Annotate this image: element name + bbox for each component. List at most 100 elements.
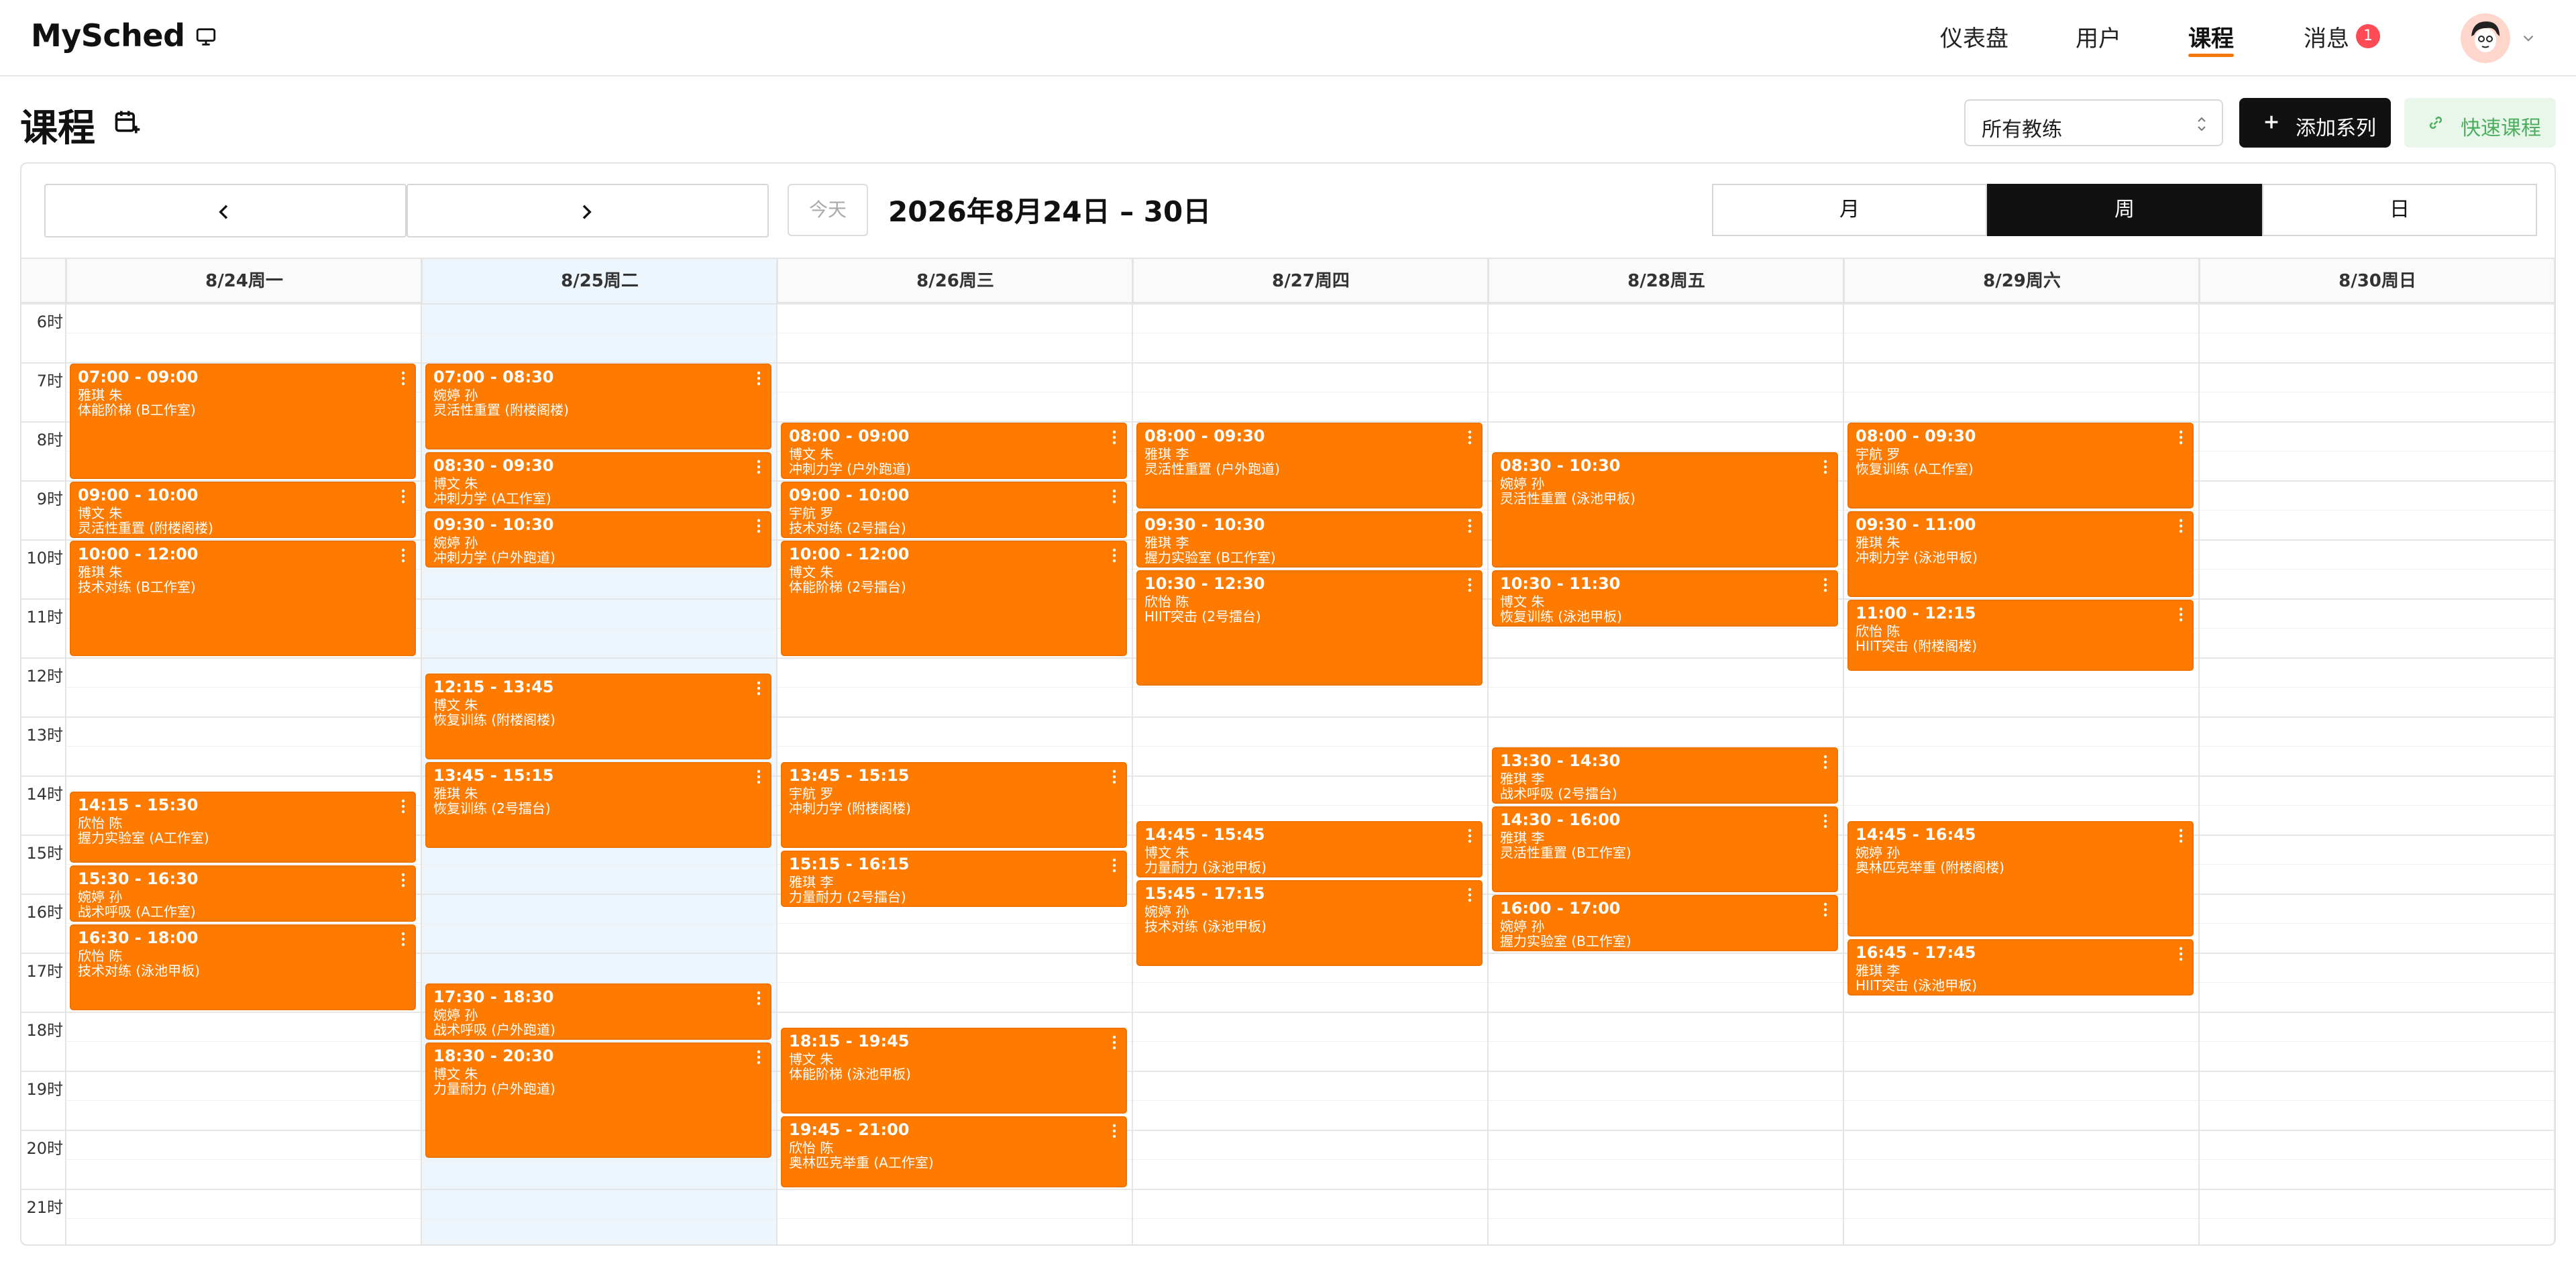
more-options-icon[interactable] bbox=[1112, 488, 1116, 504]
hour-label: 13时 bbox=[26, 726, 63, 745]
today-button[interactable]: 今天 bbox=[788, 184, 868, 236]
course-event[interactable]: 10:30 - 12:30 欣怡 陈 HIIT突击 (2号擂台) bbox=[1136, 570, 1483, 686]
nav-messages[interactable]: 消息 bbox=[2304, 20, 2349, 53]
more-options-icon[interactable] bbox=[1112, 769, 1116, 785]
course-event[interactable]: 07:00 - 08:30 婉婷 孙灵活性重置 (附楼阁楼) bbox=[425, 364, 771, 449]
more-options-icon[interactable] bbox=[757, 370, 761, 386]
more-options-icon[interactable] bbox=[757, 459, 761, 475]
more-options-icon[interactable] bbox=[1468, 828, 1472, 844]
more-options-icon[interactable] bbox=[757, 680, 761, 696]
view-day-button[interactable]: 日 bbox=[2262, 184, 2537, 236]
event-coach: 欣怡 陈 bbox=[1856, 623, 1900, 639]
quick-course-button[interactable]: 快速课程 bbox=[2404, 98, 2556, 148]
course-event[interactable]: 08:00 - 09:00 博文 朱冲刺力学 (户外跑道) bbox=[781, 423, 1127, 479]
more-options-icon[interactable] bbox=[2179, 828, 2183, 844]
day-header[interactable]: 8/25周二 bbox=[421, 259, 777, 305]
course-event[interactable]: 14:30 - 16:00 雅琪 李灵活性重置 (B工作室) bbox=[1492, 806, 1838, 892]
more-options-icon[interactable] bbox=[1823, 577, 1827, 593]
nav-courses[interactable]: 课程 bbox=[2188, 20, 2234, 53]
more-options-icon[interactable] bbox=[757, 990, 761, 1006]
add-series-button[interactable]: 添加系列 bbox=[2239, 98, 2391, 148]
course-event[interactable]: 19:45 - 21:00 欣怡 陈奥林匹克举重 (A工作室) bbox=[781, 1116, 1127, 1187]
more-options-icon[interactable] bbox=[401, 370, 405, 386]
more-options-icon[interactable] bbox=[2179, 518, 2183, 534]
course-event[interactable]: 08:30 - 09:30 博文 朱冲刺力学 (A工作室) bbox=[425, 452, 771, 508]
more-options-icon[interactable] bbox=[401, 931, 405, 947]
more-options-icon[interactable] bbox=[2179, 429, 2183, 445]
course-event[interactable]: 12:15 - 13:45 博文 朱恢复训练 (附楼阁楼) bbox=[425, 674, 771, 759]
more-options-icon[interactable] bbox=[1823, 459, 1827, 475]
previous-week-button[interactable] bbox=[44, 184, 407, 237]
course-event[interactable]: 08:00 - 09:30 雅琪 李灵活性重置 (户外跑道) bbox=[1136, 423, 1483, 508]
more-options-icon[interactable] bbox=[1468, 518, 1472, 534]
more-options-icon[interactable] bbox=[757, 518, 761, 534]
course-event[interactable]: 14:45 - 15:45 博文 朱力量耐力 (泳池甲板) bbox=[1136, 821, 1483, 877]
more-options-icon[interactable] bbox=[1468, 887, 1472, 903]
more-options-icon[interactable] bbox=[401, 547, 405, 564]
day-header[interactable]: 8/29周六 bbox=[1843, 259, 2199, 305]
course-event[interactable]: 09:30 - 11:00 雅琪 朱冲刺力学 (泳池甲板) bbox=[1847, 511, 2194, 597]
view-month-button[interactable]: 月 bbox=[1712, 184, 1987, 236]
more-options-icon[interactable] bbox=[1112, 1034, 1116, 1051]
course-event[interactable]: 14:15 - 15:30 欣怡 陈握力实验室 (A工作室) bbox=[70, 792, 416, 863]
course-event[interactable]: 16:00 - 17:00 婉婷 孙握力实验室 (B工作室) bbox=[1492, 895, 1838, 951]
more-options-icon[interactable] bbox=[1112, 429, 1116, 445]
day-header[interactable]: 8/28周五 bbox=[1488, 259, 1843, 305]
course-event[interactable]: 10:00 - 12:00 雅琪 朱技术对练 (B工作室) bbox=[70, 541, 416, 656]
course-event[interactable]: 09:00 - 10:00 宇航 罗技术对练 (2号擂台) bbox=[781, 482, 1127, 538]
more-options-icon[interactable] bbox=[401, 488, 405, 504]
next-week-button[interactable] bbox=[407, 184, 769, 237]
nav-dashboard[interactable]: 仪表盘 bbox=[1940, 20, 2008, 53]
more-options-icon[interactable] bbox=[1112, 547, 1116, 564]
more-options-icon[interactable] bbox=[401, 872, 405, 888]
more-options-icon[interactable] bbox=[2179, 946, 2183, 962]
course-event[interactable]: 10:00 - 12:00 博文 朱体能阶梯 (2号擂台) bbox=[781, 541, 1127, 656]
course-event[interactable]: 18:30 - 20:30 博文 朱力量耐力 (户外跑道) bbox=[425, 1042, 771, 1158]
brand-logo[interactable]: MySched bbox=[31, 17, 185, 54]
day-header[interactable]: 8/30周日 bbox=[2199, 259, 2555, 305]
course-event[interactable]: 18:15 - 19:45 博文 朱体能阶梯 (泳池甲板) bbox=[781, 1028, 1127, 1114]
course-event[interactable]: 07:00 - 09:00 雅琪 朱体能阶梯 (B工作室) bbox=[70, 364, 416, 479]
calendar-add-icon[interactable] bbox=[113, 107, 142, 137]
more-options-icon[interactable] bbox=[401, 798, 405, 814]
coach-filter-select[interactable]: 所有教练 bbox=[1964, 99, 2223, 146]
event-time: 15:15 - 16:15 bbox=[789, 855, 910, 873]
course-event[interactable]: 13:30 - 14:30 雅琪 李战术呼吸 (2号擂台) bbox=[1492, 747, 1838, 804]
course-event[interactable]: 10:30 - 11:30 博文 朱恢复训练 (泳池甲板) bbox=[1492, 570, 1838, 627]
course-event[interactable]: 09:00 - 10:00 博文 朱灵活性重置 (附楼阁楼) bbox=[70, 482, 416, 538]
day-header[interactable]: 8/24周一 bbox=[66, 259, 421, 305]
more-options-icon[interactable] bbox=[1112, 857, 1116, 873]
more-options-icon[interactable] bbox=[1468, 577, 1472, 593]
more-options-icon[interactable] bbox=[1823, 813, 1827, 829]
more-options-icon[interactable] bbox=[757, 1049, 761, 1065]
nav-users[interactable]: 用户 bbox=[2076, 20, 2121, 53]
course-event[interactable]: 15:30 - 16:30 婉婷 孙战术呼吸 (A工作室) bbox=[70, 865, 416, 922]
day-header[interactable]: 8/27周四 bbox=[1132, 259, 1488, 305]
course-event[interactable]: 15:45 - 17:15 婉婷 孙技术对练 (泳池甲板) bbox=[1136, 880, 1483, 966]
course-event[interactable]: 16:30 - 18:00 欣怡 陈技术对练 (泳池甲板) bbox=[70, 924, 416, 1010]
more-options-icon[interactable] bbox=[1823, 902, 1827, 918]
chevron-down-icon[interactable] bbox=[2520, 30, 2537, 47]
course-event[interactable]: 16:45 - 17:45 雅琪 李 HIIT突击 (泳池甲板) bbox=[1847, 939, 2194, 996]
course-event[interactable]: 13:45 - 15:15 宇航 罗冲刺力学 (附楼阁楼) bbox=[781, 762, 1127, 848]
course-event[interactable]: 08:30 - 10:30 婉婷 孙灵活性重置 (泳池甲板) bbox=[1492, 452, 1838, 568]
hour-label: 7时 bbox=[36, 372, 63, 390]
more-options-icon[interactable] bbox=[2179, 606, 2183, 623]
more-options-icon[interactable] bbox=[1468, 429, 1472, 445]
event-class-location: 冲刺力学 (户外跑道) bbox=[789, 461, 911, 477]
user-avatar-icon[interactable] bbox=[2461, 13, 2510, 63]
course-event[interactable]: 08:00 - 09:30 宇航 罗恢复训练 (A工作室) bbox=[1847, 423, 2194, 508]
more-options-icon[interactable] bbox=[757, 769, 761, 785]
event-class-location: 技术对练 (B工作室) bbox=[78, 579, 196, 595]
course-event[interactable]: 17:30 - 18:30 婉婷 孙战术呼吸 (户外跑道) bbox=[425, 983, 771, 1040]
course-event[interactable]: 13:45 - 15:15 雅琪 朱恢复训练 (2号擂台) bbox=[425, 762, 771, 848]
course-event[interactable]: 09:30 - 10:30 雅琪 李握力实验室 (B工作室) bbox=[1136, 511, 1483, 568]
view-week-button[interactable]: 周 bbox=[1987, 184, 2262, 236]
day-header[interactable]: 8/26周三 bbox=[777, 259, 1132, 305]
course-event[interactable]: 14:45 - 16:45 婉婷 孙奥林匹克举重 (附楼阁楼) bbox=[1847, 821, 2194, 936]
more-options-icon[interactable] bbox=[1112, 1123, 1116, 1139]
course-event[interactable]: 15:15 - 16:15 雅琪 李力量耐力 (2号擂台) bbox=[781, 851, 1127, 907]
more-options-icon[interactable] bbox=[1823, 754, 1827, 770]
course-event[interactable]: 09:30 - 10:30 婉婷 孙冲刺力学 (户外跑道) bbox=[425, 511, 771, 568]
course-event[interactable]: 11:00 - 12:15 欣怡 陈 HIIT突击 (附楼阁楼) bbox=[1847, 600, 2194, 671]
